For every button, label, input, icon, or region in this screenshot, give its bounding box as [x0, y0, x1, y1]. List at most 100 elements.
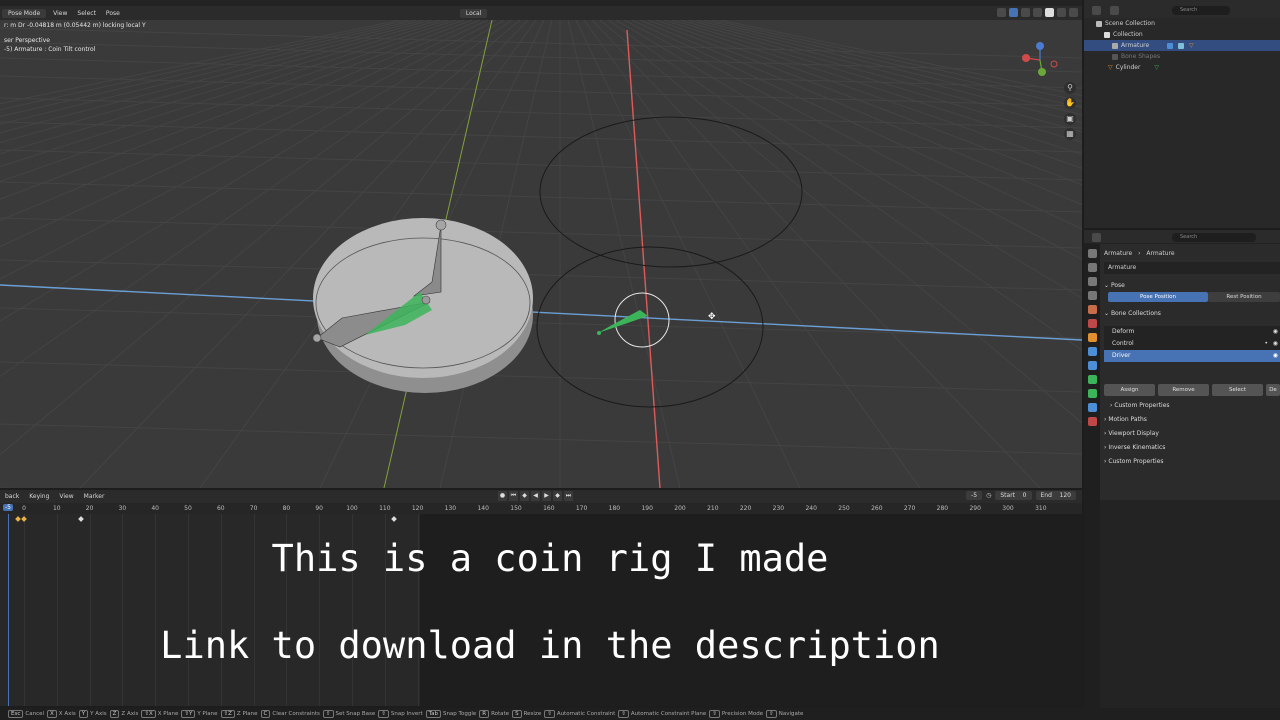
outliner-search-input[interactable]: Search: [1172, 6, 1230, 15]
texture-tab-icon[interactable]: [1087, 417, 1097, 426]
outliner-row-label: Collection: [1113, 31, 1143, 38]
outliner-row-cylinder[interactable]: ▽ Cylinder ▽: [1084, 62, 1280, 73]
xray-icon[interactable]: [1021, 8, 1030, 17]
record-icon[interactable]: ●: [498, 491, 507, 501]
bone-collections-panel-header[interactable]: ⌄ Bone Collections: [1104, 308, 1280, 320]
overlay-toggle-icon[interactable]: [1009, 8, 1018, 17]
keyframe[interactable]: [78, 516, 84, 522]
outliner-row-collection[interactable]: Collection: [1084, 29, 1280, 40]
jump-end-icon[interactable]: ⏭: [564, 491, 573, 501]
hand-icon[interactable]: ✋: [1064, 97, 1076, 109]
outliner-row-scene-collection[interactable]: Scene Collection: [1084, 18, 1280, 29]
menu-marker[interactable]: Marker: [79, 493, 110, 500]
menu-select[interactable]: Select: [72, 10, 101, 17]
jump-start-icon[interactable]: ⏮: [509, 491, 518, 501]
custom-properties-panel-header[interactable]: › Custom Properties: [1104, 456, 1280, 468]
keyframe[interactable]: [21, 516, 27, 522]
wireframe-shading-icon[interactable]: [1033, 8, 1042, 17]
navigation-gizmo[interactable]: [1020, 40, 1060, 80]
viewport-display-panel-header[interactable]: › Viewport Display: [1104, 428, 1280, 440]
next-keyframe-icon[interactable]: ◆: [553, 491, 562, 501]
status-hint-label: Resize: [523, 711, 542, 717]
rest-position-button[interactable]: Rest Position: [1208, 292, 1280, 302]
play-reverse-icon[interactable]: ◀: [531, 491, 540, 501]
armature-data-icon[interactable]: [1178, 42, 1185, 49]
material-shading-icon[interactable]: [1057, 8, 1066, 17]
physics-tab-icon[interactable]: [1087, 361, 1097, 370]
collection-label: Driver: [1112, 352, 1131, 359]
outliner-row-bone-shapes[interactable]: Bone Shapes: [1084, 51, 1280, 62]
outliner-row-armature[interactable]: Armature ▽: [1084, 40, 1280, 51]
zoom-icon[interactable]: ⚲: [1064, 82, 1076, 94]
modifier-tab-icon[interactable]: [1087, 347, 1097, 356]
mode-dropdown[interactable]: Pose Mode: [2, 8, 47, 18]
menu-pose[interactable]: Pose: [101, 10, 125, 17]
outliner-row-label: Bone Shapes: [1121, 53, 1161, 60]
pose-icon[interactable]: [1167, 42, 1174, 49]
key-icon: ⇧: [544, 710, 555, 718]
caption-line-1: This is a coin rig I made: [271, 537, 829, 580]
menu-playback[interactable]: back: [0, 493, 24, 500]
clock-icon[interactable]: ◷: [986, 492, 991, 499]
grid-icon[interactable]: ▦: [1064, 128, 1076, 140]
armature-data-tab-icon[interactable]: [1087, 375, 1097, 384]
data-name-field[interactable]: Armature: [1104, 262, 1280, 274]
current-frame-marker[interactable]: -5: [3, 504, 13, 511]
deselect-button[interactable]: De: [1266, 384, 1280, 396]
timeline-tick-label: 190: [641, 505, 653, 512]
scene-tab-icon[interactable]: [1087, 305, 1097, 314]
timeline-tick-label: 180: [608, 505, 621, 512]
key-icon: Y: [78, 710, 89, 718]
menu-keying[interactable]: Keying: [24, 493, 54, 500]
eye-icon[interactable]: ◉: [1273, 326, 1278, 338]
select-button[interactable]: Select: [1212, 384, 1263, 396]
solid-shading-icon[interactable]: [1045, 8, 1054, 17]
view-layer-tab-icon[interactable]: [1087, 291, 1097, 300]
start-frame-field[interactable]: Start 0: [995, 491, 1032, 500]
remove-button[interactable]: Remove: [1158, 384, 1209, 396]
control-circle-lower: [536, 246, 764, 408]
end-value: 120: [1059, 492, 1071, 499]
keyframe[interactable]: [15, 516, 21, 522]
data-name-value: Armature: [1108, 264, 1137, 271]
eye-icon[interactable]: ◉: [1273, 338, 1278, 350]
output-tab-icon[interactable]: [1087, 277, 1097, 286]
bone-tab-icon[interactable]: [1087, 389, 1097, 398]
rendered-shading-icon[interactable]: [1069, 8, 1078, 17]
tool-tab-icon[interactable]: [1087, 249, 1097, 258]
editor-type-icon[interactable]: [1092, 6, 1101, 15]
bone-constraint-tab-icon[interactable]: [1087, 403, 1097, 412]
bone-collection-control[interactable]: Control • ◉: [1104, 338, 1280, 350]
3d-viewport[interactable]: r: m Dr -0.04818 m (0.05442 m) locking l…: [0, 20, 1082, 488]
play-icon[interactable]: ▶: [542, 491, 551, 501]
camera-icon[interactable]: ▣: [1064, 113, 1076, 125]
object-tab-icon[interactable]: [1087, 333, 1097, 342]
custom-properties-sub-header[interactable]: › Custom Properties: [1104, 400, 1280, 412]
gizmo-toggle-icon[interactable]: [997, 8, 1006, 17]
editor-type-icon[interactable]: [1092, 233, 1101, 242]
render-tab-icon[interactable]: [1087, 263, 1097, 272]
end-frame-field[interactable]: End 120: [1035, 491, 1076, 500]
assign-button[interactable]: Assign: [1104, 384, 1155, 396]
menu-timeline-view[interactable]: View: [54, 493, 78, 500]
prev-keyframe-icon[interactable]: ◆: [520, 491, 529, 501]
world-tab-icon[interactable]: [1087, 319, 1097, 328]
eye-icon[interactable]: ◉: [1273, 350, 1278, 362]
bone-collection-deform[interactable]: Deform ◉: [1104, 326, 1280, 338]
timeline-tick-label: 280: [936, 505, 949, 512]
keyframe[interactable]: [391, 516, 397, 522]
menu-view[interactable]: View: [48, 10, 72, 17]
pose-panel-header[interactable]: ⌄ Pose: [1104, 280, 1280, 292]
properties-search-input[interactable]: Search: [1172, 233, 1256, 242]
inverse-kinematics-panel-header[interactable]: › Inverse Kinematics: [1104, 442, 1280, 454]
motion-paths-panel-header[interactable]: › Motion Paths: [1104, 414, 1280, 426]
status-hint: ⇧ Set Snap Base: [322, 710, 375, 718]
status-hint: ⇧Y Y Plane: [181, 710, 218, 718]
current-frame-field[interactable]: -5: [966, 491, 983, 500]
bone-collection-driver[interactable]: Driver ◉: [1104, 350, 1280, 362]
bone-joint: [421, 295, 431, 305]
pose-position-button[interactable]: Pose Position: [1108, 292, 1208, 302]
timeline-ruler[interactable]: -5 0 10 20 30 40 50 60 70 80 90 100 110 120 130 140 150…: [0, 503, 1082, 514]
filter-icon[interactable]: [1110, 6, 1119, 15]
transform-orientation-dropdown[interactable]: Local: [459, 8, 488, 18]
